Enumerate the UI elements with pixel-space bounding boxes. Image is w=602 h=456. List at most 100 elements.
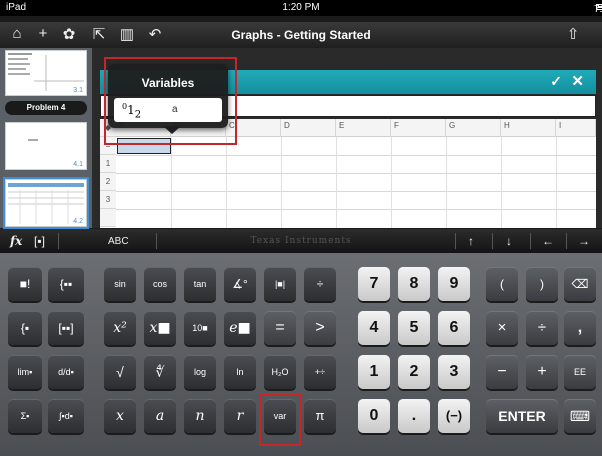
piecewise-template-key[interactable]: {▪▪ [48,267,84,301]
brace-template-key[interactable]: {▪ [8,311,42,345]
greater-than-key[interactable]: > [304,311,336,345]
grid-line [391,137,392,228]
digit-9-key[interactable]: 9 [438,267,470,301]
angle-key[interactable]: ∡° [224,267,256,301]
status-time: 1:20 PM [282,2,320,13]
column-header-f[interactable]: F [391,119,446,137]
page-thumbnail-4-2[interactable]: 4.2 [3,177,89,229]
power-key[interactable]: x■ [144,311,176,345]
x-key[interactable]: x [104,399,136,433]
integral-template-key[interactable]: ∫▪d▪ [48,399,84,433]
matrix-template-key[interactable]: [▪▪] [48,311,84,345]
digit-2-key[interactable]: 2 [398,355,430,389]
minus-key[interactable]: − [486,355,518,389]
digit-7-key[interactable]: 7 [358,267,390,301]
digit-8-key[interactable]: 8 [398,267,430,301]
column-header-e[interactable]: E [336,119,391,137]
toolbar: ⌂ + ✿ ⇱ ▥ ↶ Graphs - Getting Started ⇧ [0,22,602,48]
row-header-2[interactable]: 2 [100,173,116,191]
app-root: iPad 1:20 PM 71% ⌂ + ✿ ⇱ ▥ ↶ Graphs - Ge… [0,0,602,456]
thumbnail-label: 4.2 [73,218,83,225]
arrow-left-icon[interactable]: ← [542,234,554,248]
nth-root-key[interactable]: ∜ [144,355,176,389]
arrow-right-icon[interactable]: → [578,234,590,248]
thumbnail-label: 4.1 [73,161,83,168]
plus-key[interactable]: + [526,355,558,389]
grid-line [336,137,337,228]
square-key[interactable]: x² [104,311,136,345]
keyboard-hide-icon[interactable]: ⌨ [564,399,596,433]
grid-line [226,137,227,228]
divider [455,233,456,249]
divide-key[interactable]: ÷ [526,311,558,345]
factorial-template-key[interactable]: ■! [8,267,42,301]
close-icon[interactable]: ✕ [571,72,584,90]
check-icon[interactable]: ✓ [550,73,562,90]
open-paren-key[interactable]: ( [486,267,518,301]
grid-line [281,137,282,228]
row-header-4[interactable] [100,209,116,227]
grid-line [116,173,596,174]
grid-line [116,209,596,210]
arrow-up-icon[interactable]: ↑ [468,234,474,248]
a-key[interactable]: a [144,399,176,433]
grid-line [116,155,596,156]
column-header-d[interactable]: D [281,119,336,137]
digit-3-key[interactable]: 3 [438,355,470,389]
sin-key[interactable]: sin [104,267,136,301]
column-header-i[interactable]: I [556,119,596,137]
math-keyboard: ■! {▪▪ {▪ [▪▪] lim▪ d/d▪ Σ▪ ∫▪d▪ sin cos… [0,253,602,456]
pi-key[interactable]: π [304,399,336,433]
log-key[interactable]: log [184,355,216,389]
ee-key[interactable]: EE [564,355,596,389]
sqrt-key[interactable]: √ [104,355,136,389]
export-icon[interactable]: ⇧ [562,25,584,43]
highlight-box-popup [104,57,237,145]
limit-template-key[interactable]: lim▪ [8,355,42,389]
page-thumbnail-3-1[interactable]: 3.1 [5,50,87,96]
equals-key[interactable]: = [264,311,296,345]
divider [492,233,493,249]
sum-template-key[interactable]: Σ▪ [8,399,42,433]
keyboard-top-row: fx [▪] ABC Texas Instruments ↑ ↓ ← → [0,229,602,253]
ln-key[interactable]: ln [224,355,256,389]
digit-1-key[interactable]: 1 [358,355,390,389]
decimal-key[interactable]: . [398,399,430,433]
r-key[interactable]: r [224,399,256,433]
column-header-h[interactable]: H [501,119,556,137]
derivative-template-key[interactable]: d/d▪ [48,355,84,389]
negative-key[interactable]: (−) [438,399,470,433]
enter-key[interactable]: ENTER [486,399,558,433]
digit-6-key[interactable]: 6 [438,311,470,345]
column-header-g[interactable]: G [446,119,501,137]
fraction-template-key[interactable]: ÷ [304,267,336,301]
n-key[interactable]: n [184,399,216,433]
page-sorter: 3.1 Problem 4 4.1 4.2 [0,48,92,229]
comma-key[interactable]: , [564,311,596,345]
status-bar: iPad 1:20 PM 71% [0,0,602,16]
arrow-down-icon[interactable]: ↓ [506,234,512,248]
ten-power-key[interactable]: 10■ [184,311,216,345]
close-paren-key[interactable]: ) [526,267,558,301]
math-box-key[interactable]: +÷ [304,355,336,389]
cos-key[interactable]: cos [144,267,176,301]
chem-box-key[interactable]: H₂O [264,355,296,389]
abs-key[interactable]: |■| [264,267,296,301]
row-header-3[interactable]: 3 [100,191,116,209]
digit-4-key[interactable]: 4 [358,311,390,345]
highlight-box-var [259,394,301,446]
grid-line [446,137,447,228]
exp-key[interactable]: e■ [224,311,256,345]
digit-0-key[interactable]: 0 [358,399,390,433]
grid-line [501,137,502,228]
problem-header[interactable]: Problem 4 [5,101,87,115]
document-title: Graphs - Getting Started [231,28,371,42]
backspace-icon[interactable]: ⌫ [564,267,596,301]
grid-line [171,137,172,228]
row-header-1[interactable]: 1 [100,155,116,173]
digit-5-key[interactable]: 5 [398,311,430,345]
page-thumbnail-4-1[interactable]: 4.1 [5,122,87,170]
divider [566,233,567,249]
multiply-key[interactable]: × [486,311,518,345]
tan-key[interactable]: tan [184,267,216,301]
